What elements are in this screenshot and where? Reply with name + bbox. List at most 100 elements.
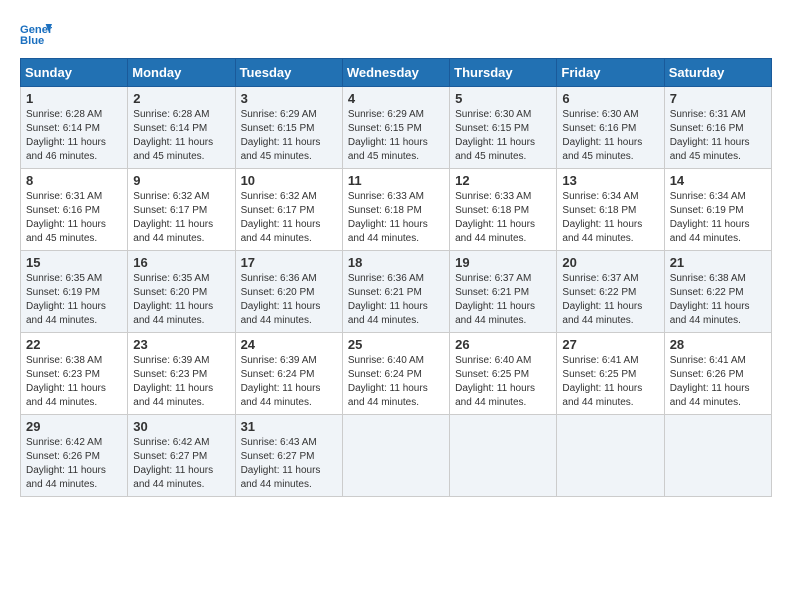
day-header: Saturday: [664, 59, 771, 87]
day-info: Sunrise: 6:40 AMSunset: 6:24 PMDaylight:…: [348, 354, 444, 410]
calendar-cell: 21 Sunrise: 6:38 AMSunset: 6:22 PMDayligh…: [664, 251, 771, 333]
page-header: General Blue: [20, 20, 772, 48]
calendar-cell: 4 Sunrise: 6:29 AMSunset: 6:15 PMDaylight…: [342, 87, 449, 169]
day-number: 20: [562, 255, 658, 270]
day-info: Sunrise: 6:42 AMSunset: 6:26 PMDaylight:…: [26, 436, 122, 492]
calendar-cell: 11 Sunrise: 6:33 AMSunset: 6:18 PMDayligh…: [342, 169, 449, 251]
day-header: Sunday: [21, 59, 128, 87]
day-header: Wednesday: [342, 59, 449, 87]
day-header: Thursday: [450, 59, 557, 87]
calendar-cell: 2 Sunrise: 6:28 AMSunset: 6:14 PMDaylight…: [128, 87, 235, 169]
calendar-cell: 18 Sunrise: 6:36 AMSunset: 6:21 PMDayligh…: [342, 251, 449, 333]
day-info: Sunrise: 6:34 AMSunset: 6:19 PMDaylight:…: [670, 190, 766, 246]
calendar-cell: 15 Sunrise: 6:35 AMSunset: 6:19 PMDayligh…: [21, 251, 128, 333]
day-number: 2: [133, 91, 229, 106]
day-info: Sunrise: 6:35 AMSunset: 6:19 PMDaylight:…: [26, 272, 122, 328]
day-number: 12: [455, 173, 551, 188]
calendar-cell: 25 Sunrise: 6:40 AMSunset: 6:24 PMDayligh…: [342, 333, 449, 415]
day-number: 8: [26, 173, 122, 188]
calendar-cell: [557, 415, 664, 497]
day-number: 27: [562, 337, 658, 352]
calendar-cell: 8 Sunrise: 6:31 AMSunset: 6:16 PMDaylight…: [21, 169, 128, 251]
day-info: Sunrise: 6:38 AMSunset: 6:22 PMDaylight:…: [670, 272, 766, 328]
day-info: Sunrise: 6:29 AMSunset: 6:15 PMDaylight:…: [348, 108, 444, 164]
day-info: Sunrise: 6:31 AMSunset: 6:16 PMDaylight:…: [26, 190, 122, 246]
day-info: Sunrise: 6:39 AMSunset: 6:23 PMDaylight:…: [133, 354, 229, 410]
calendar-cell: 30Sunrise: 6:42 AMSunset: 6:27 PMDayligh…: [128, 415, 235, 497]
day-info: Sunrise: 6:32 AMSunset: 6:17 PMDaylight:…: [241, 190, 337, 246]
day-number: 9: [133, 173, 229, 188]
day-info: Sunrise: 6:34 AMSunset: 6:18 PMDaylight:…: [562, 190, 658, 246]
calendar-cell: 13 Sunrise: 6:34 AMSunset: 6:18 PMDayligh…: [557, 169, 664, 251]
svg-text:Blue: Blue: [20, 35, 44, 47]
day-info: Sunrise: 6:31 AMSunset: 6:16 PMDaylight:…: [670, 108, 766, 164]
calendar-header-row: SundayMondayTuesdayWednesdayThursdayFrid…: [21, 59, 772, 87]
calendar-table: SundayMondayTuesdayWednesdayThursdayFrid…: [20, 58, 772, 497]
calendar-cell: 5Sunrise: 6:30 AMSunset: 6:15 PMDaylight…: [450, 87, 557, 169]
calendar-week-row: 22Sunrise: 6:38 AMSunset: 6:23 PMDayligh…: [21, 333, 772, 415]
calendar-cell: 29 Sunrise: 6:42 AMSunset: 6:26 PMDayligh…: [21, 415, 128, 497]
day-info: Sunrise: 6:37 AMSunset: 6:22 PMDaylight:…: [562, 272, 658, 328]
day-header: Monday: [128, 59, 235, 87]
day-number: 31: [241, 419, 337, 434]
calendar-body: 1 Sunrise: 6:28 AMSunset: 6:14 PMDaylight…: [21, 87, 772, 497]
day-info: Sunrise: 6:33 AMSunset: 6:18 PMDaylight:…: [348, 190, 444, 246]
day-number: 30: [133, 419, 229, 434]
logo-icon: General Blue: [20, 20, 52, 48]
day-number: 19: [455, 255, 551, 270]
day-info: Sunrise: 6:29 AMSunset: 6:15 PMDaylight:…: [241, 108, 337, 164]
day-info: Sunrise: 6:39 AMSunset: 6:24 PMDaylight:…: [241, 354, 337, 410]
day-number: 28: [670, 337, 766, 352]
day-number: 22: [26, 337, 122, 352]
day-number: 7: [670, 91, 766, 106]
calendar-week-row: 29 Sunrise: 6:42 AMSunset: 6:26 PMDayligh…: [21, 415, 772, 497]
day-number: 25: [348, 337, 444, 352]
day-number: 4: [348, 91, 444, 106]
calendar-cell: 7 Sunrise: 6:31 AMSunset: 6:16 PMDaylight…: [664, 87, 771, 169]
day-header: Friday: [557, 59, 664, 87]
day-number: 15: [26, 255, 122, 270]
day-number: 17: [241, 255, 337, 270]
day-info: Sunrise: 6:30 AMSunset: 6:16 PMDaylight:…: [562, 108, 658, 164]
day-number: 6: [562, 91, 658, 106]
calendar-cell: [450, 415, 557, 497]
day-number: 10: [241, 173, 337, 188]
day-number: 11: [348, 173, 444, 188]
calendar-week-row: 15 Sunrise: 6:35 AMSunset: 6:19 PMDayligh…: [21, 251, 772, 333]
day-number: 3: [241, 91, 337, 106]
calendar-cell: 24 Sunrise: 6:39 AMSunset: 6:24 PMDayligh…: [235, 333, 342, 415]
calendar-cell: [342, 415, 449, 497]
calendar-cell: 6 Sunrise: 6:30 AMSunset: 6:16 PMDaylight…: [557, 87, 664, 169]
calendar-cell: 10 Sunrise: 6:32 AMSunset: 6:17 PMDayligh…: [235, 169, 342, 251]
day-number: 13: [562, 173, 658, 188]
calendar-cell: 22Sunrise: 6:38 AMSunset: 6:23 PMDayligh…: [21, 333, 128, 415]
calendar-cell: 26Sunrise: 6:40 AMSunset: 6:25 PMDayligh…: [450, 333, 557, 415]
calendar-cell: 20 Sunrise: 6:37 AMSunset: 6:22 PMDayligh…: [557, 251, 664, 333]
day-header: Tuesday: [235, 59, 342, 87]
day-number: 1: [26, 91, 122, 106]
day-info: Sunrise: 6:32 AMSunset: 6:17 PMDaylight:…: [133, 190, 229, 246]
calendar-cell: 12 Sunrise: 6:33 AMSunset: 6:18 PMDayligh…: [450, 169, 557, 251]
calendar-cell: 23 Sunrise: 6:39 AMSunset: 6:23 PMDayligh…: [128, 333, 235, 415]
day-number: 16: [133, 255, 229, 270]
day-number: 29: [26, 419, 122, 434]
day-info: Sunrise: 6:36 AMSunset: 6:20 PMDaylight:…: [241, 272, 337, 328]
calendar-cell: [664, 415, 771, 497]
day-info: Sunrise: 6:28 AMSunset: 6:14 PMDaylight:…: [133, 108, 229, 164]
day-info: Sunrise: 6:33 AMSunset: 6:18 PMDaylight:…: [455, 190, 551, 246]
calendar-week-row: 8 Sunrise: 6:31 AMSunset: 6:16 PMDaylight…: [21, 169, 772, 251]
day-number: 21: [670, 255, 766, 270]
calendar-cell: 14Sunrise: 6:34 AMSunset: 6:19 PMDayligh…: [664, 169, 771, 251]
day-info: Sunrise: 6:43 AMSunset: 6:27 PMDaylight:…: [241, 436, 337, 492]
day-number: 18: [348, 255, 444, 270]
day-number: 26: [455, 337, 551, 352]
day-info: Sunrise: 6:30 AMSunset: 6:15 PMDaylight:…: [455, 108, 551, 164]
day-info: Sunrise: 6:36 AMSunset: 6:21 PMDaylight:…: [348, 272, 444, 328]
day-number: 23: [133, 337, 229, 352]
calendar-cell: 9 Sunrise: 6:32 AMSunset: 6:17 PMDaylight…: [128, 169, 235, 251]
calendar-cell: 16Sunrise: 6:35 AMSunset: 6:20 PMDayligh…: [128, 251, 235, 333]
day-number: 24: [241, 337, 337, 352]
calendar-cell: 19 Sunrise: 6:37 AMSunset: 6:21 PMDayligh…: [450, 251, 557, 333]
calendar-cell: 31 Sunrise: 6:43 AMSunset: 6:27 PMDayligh…: [235, 415, 342, 497]
day-info: Sunrise: 6:37 AMSunset: 6:21 PMDaylight:…: [455, 272, 551, 328]
